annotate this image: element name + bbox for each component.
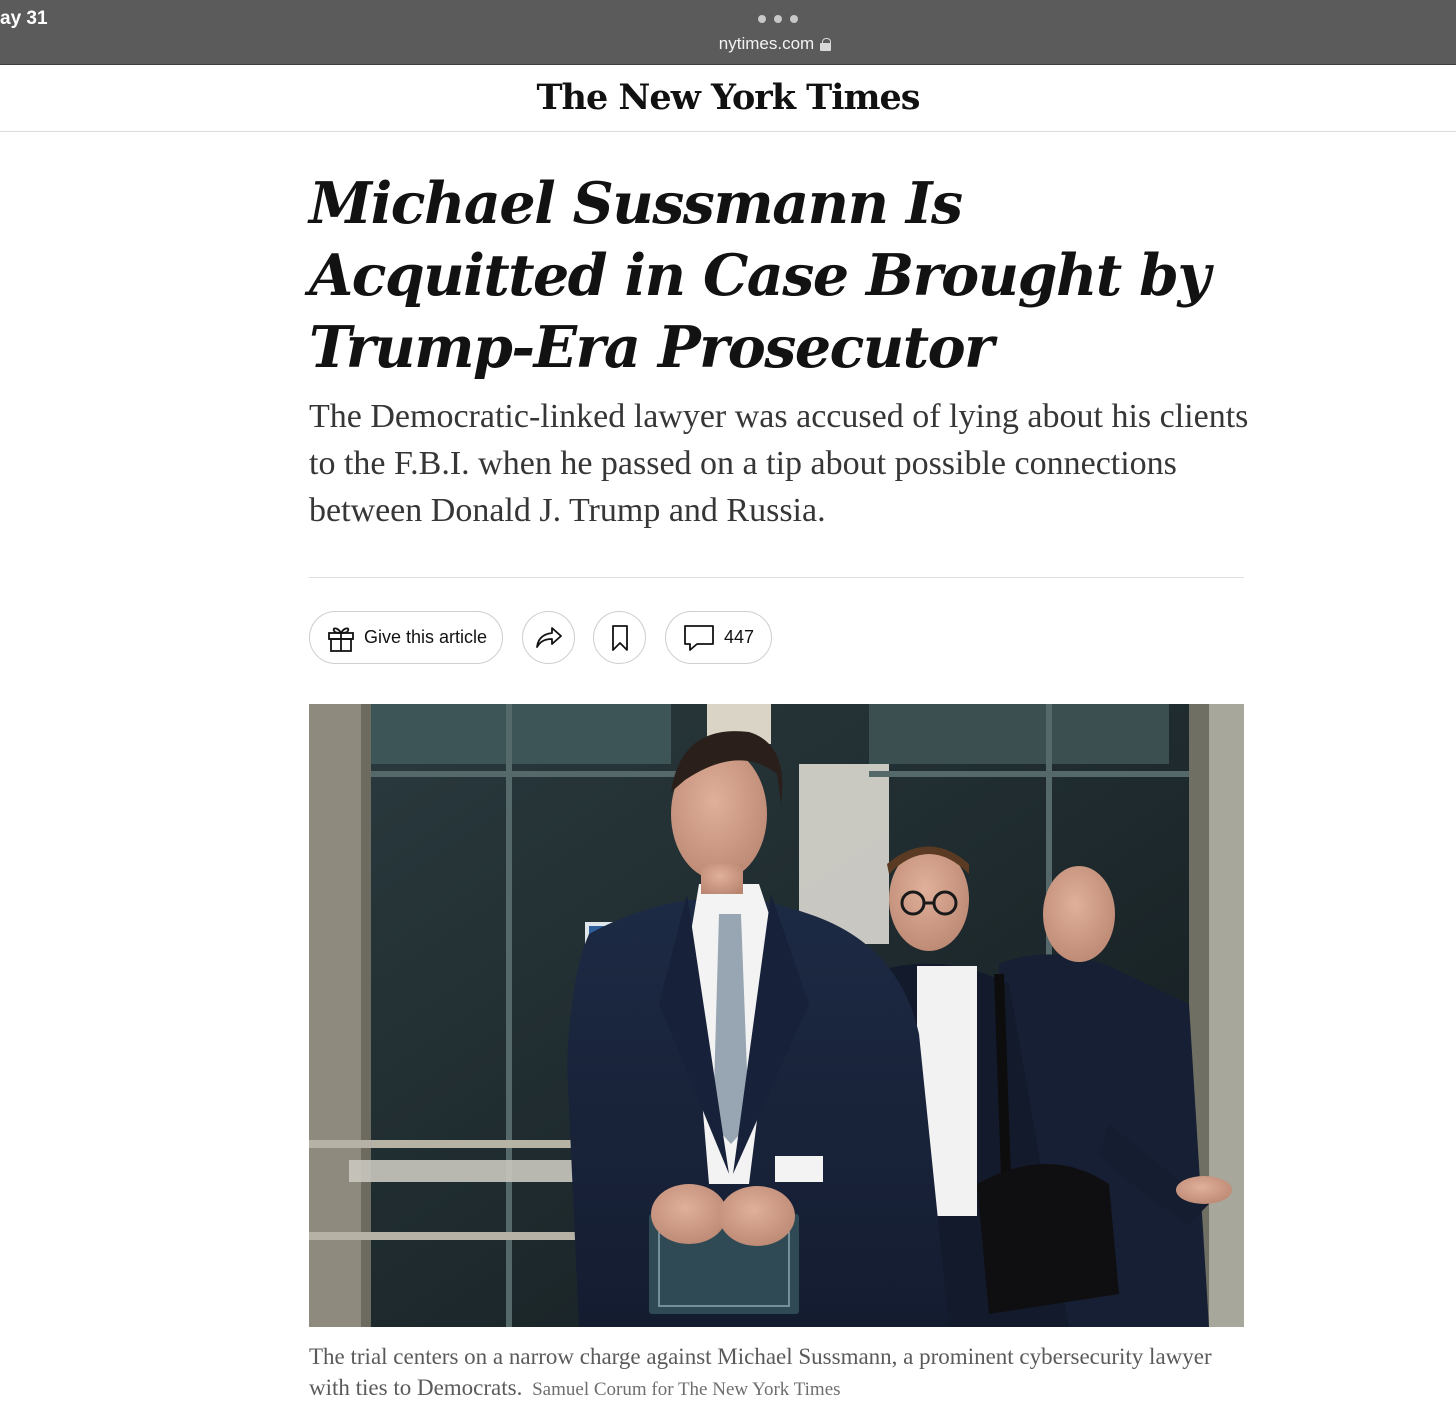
status-time: ay 31 xyxy=(0,8,48,29)
article-summary: The Democratic-linked lawyer was accused… xyxy=(309,398,1249,529)
article-headline: Michael Sussmann Is Acquitted in Case Br… xyxy=(309,170,1211,381)
divider xyxy=(309,577,1244,578)
give-article-label: Give this article xyxy=(364,627,488,647)
photo-credit: Samuel Corum for The New York Times xyxy=(532,1379,841,1400)
share-button[interactable] xyxy=(522,611,575,664)
bookmark-icon xyxy=(609,624,631,652)
lead-photo xyxy=(309,704,1244,1327)
give-article-button[interactable]: Give this article xyxy=(309,611,503,664)
address-bar[interactable]: nytimes.com xyxy=(640,31,910,57)
comment-icon xyxy=(682,623,716,653)
photo-caption: The trial centers on a narrow charge aga… xyxy=(309,1341,1244,1405)
nyt-logo[interactable]: The New York Times xyxy=(0,77,1456,118)
share-icon xyxy=(534,625,564,651)
comments-button[interactable]: 447 xyxy=(665,611,772,664)
save-button[interactable] xyxy=(593,611,646,664)
url-text: nytimes.com xyxy=(718,34,815,53)
gift-icon xyxy=(326,623,356,653)
lead-photo-illustration xyxy=(309,704,1244,1327)
masthead: The New York Times xyxy=(0,65,1456,132)
browser-status-bar: ay 31 nytimes.com xyxy=(0,0,1456,65)
comment-count: 447 xyxy=(724,627,755,647)
lock-icon xyxy=(820,37,832,51)
tab-overview-dots[interactable] xyxy=(758,12,798,26)
